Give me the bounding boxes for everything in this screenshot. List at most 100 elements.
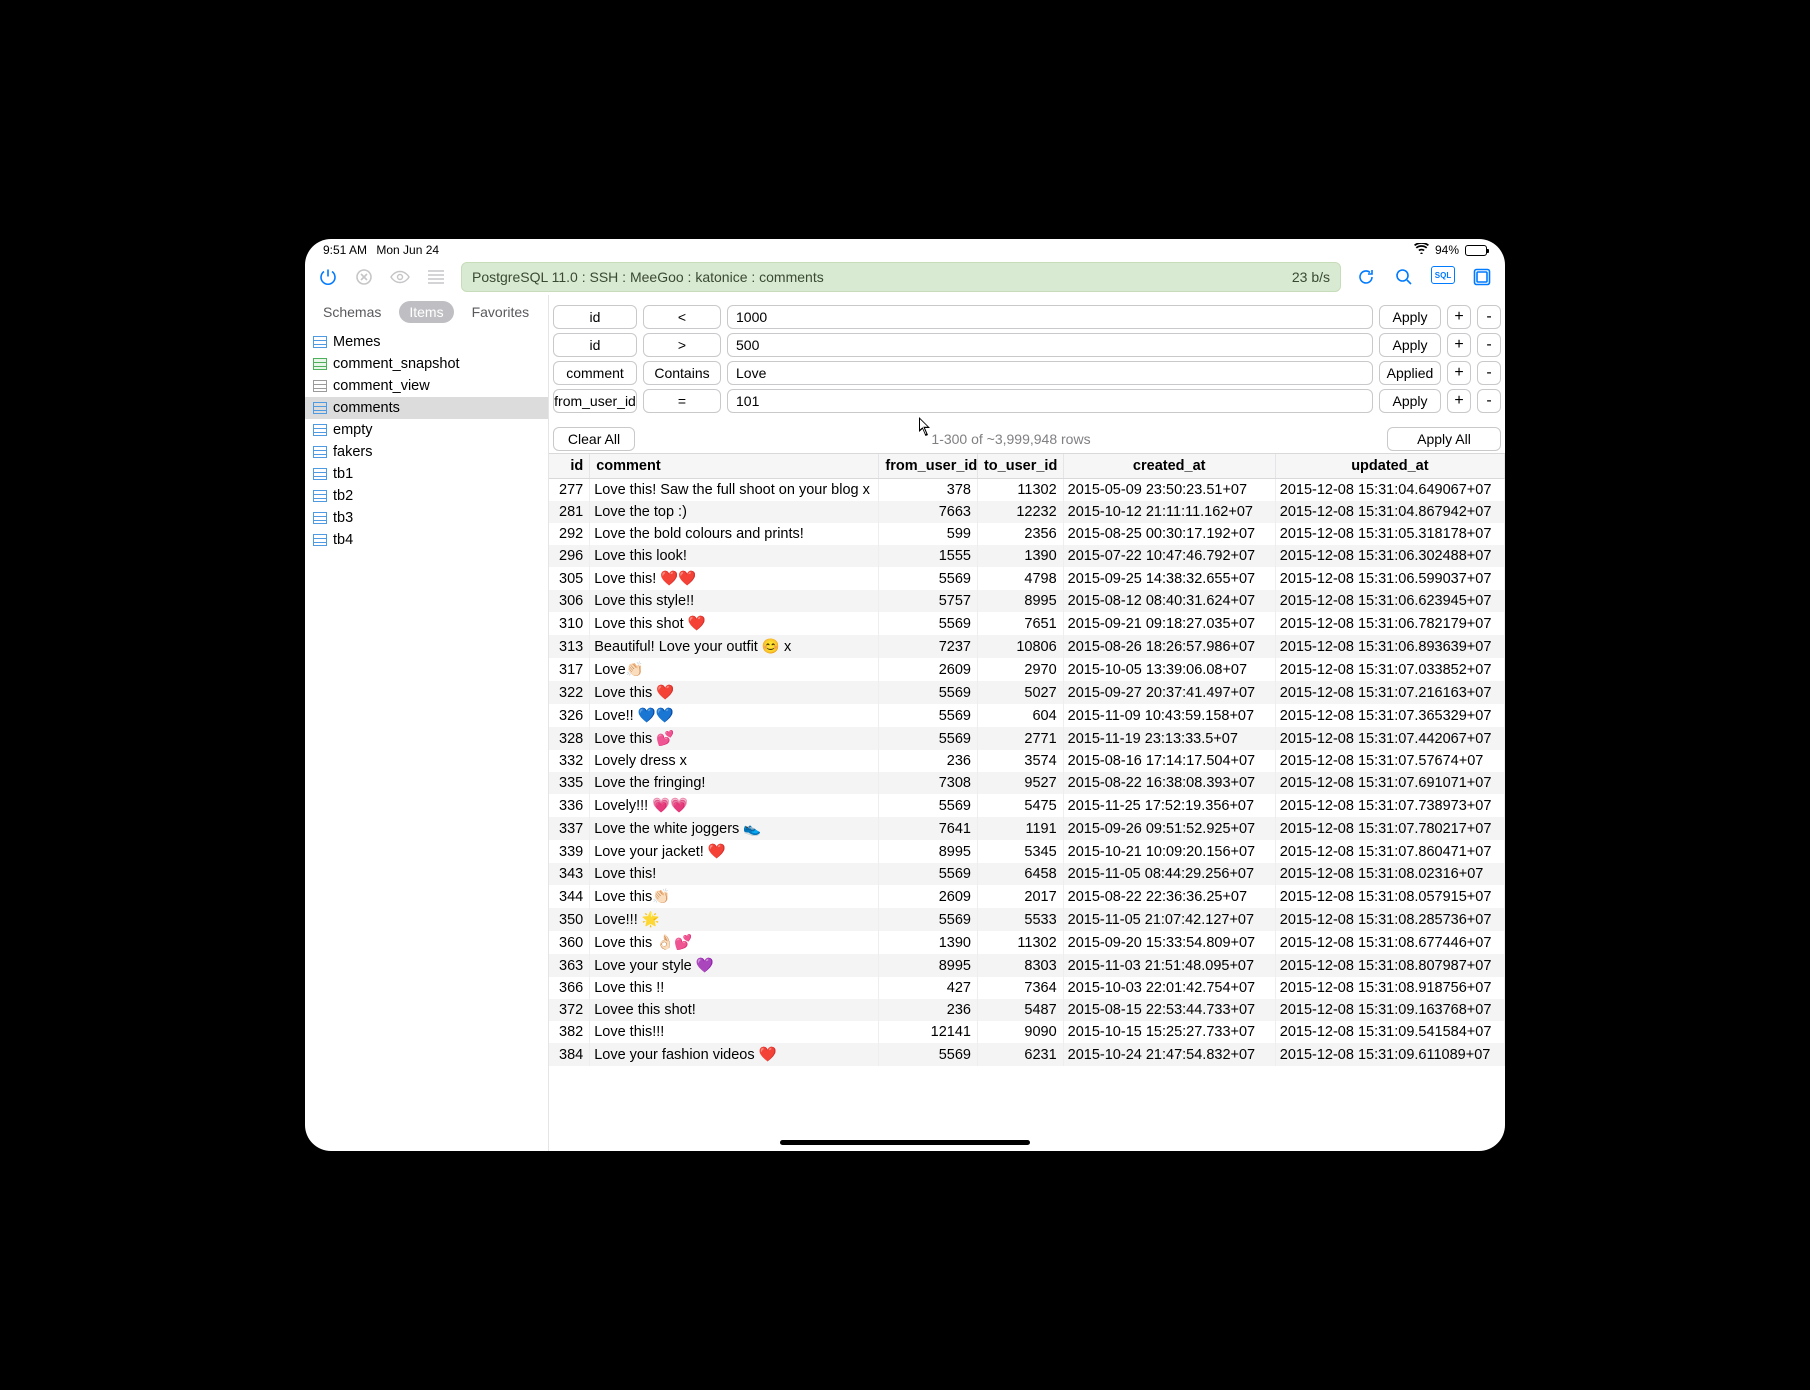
cell-created[interactable]: 2015-08-26 18:26:57.986+07 [1063,635,1275,658]
cell-created[interactable]: 2015-11-03 21:51:48.095+07 [1063,954,1275,977]
cell-from[interactable]: 7663 [879,501,978,523]
power-icon[interactable] [317,266,339,288]
table-row[interactable]: 281Love the top :)7663122322015-10-12 21… [549,501,1505,523]
filter-add-button[interactable]: + [1447,361,1471,385]
filter-column-picker[interactable]: id [553,305,637,329]
apply-all-button[interactable]: Apply All [1387,427,1501,451]
results-table[interactable]: id comment from_user_id to_user_id creat… [549,453,1505,1151]
cell-comment[interactable]: Love this! ❤️❤️ [590,567,879,590]
cell-comment[interactable]: Love this ❤️ [590,681,879,704]
filter-value-input[interactable] [727,361,1373,385]
cell-created[interactable]: 2015-05-09 23:50:23.51+07 [1063,479,1275,502]
cell-updated[interactable]: 2015-12-08 15:31:08.285736+07 [1275,908,1504,931]
cell-id[interactable]: 337 [549,817,590,840]
cell-comment[interactable]: Love this👏🏻 [590,885,879,908]
cell-created[interactable]: 2015-10-03 22:01:42.754+07 [1063,977,1275,999]
sidebar-item-empty[interactable]: empty [305,419,548,441]
col-header-to[interactable]: to_user_id [977,454,1063,479]
cell-created[interactable]: 2015-10-05 13:39:06.08+07 [1063,658,1275,681]
cell-created[interactable]: 2015-08-22 22:36:36.25+07 [1063,885,1275,908]
cell-id[interactable]: 305 [549,567,590,590]
cell-from[interactable]: 5569 [879,681,978,704]
filter-add-button[interactable]: + [1447,333,1471,357]
cell-comment[interactable]: Love your jacket! ❤️ [590,840,879,863]
cell-from[interactable]: 5569 [879,908,978,931]
col-header-id[interactable]: id [549,454,590,479]
cell-created[interactable]: 2015-11-05 21:07:42.127+07 [1063,908,1275,931]
table-row[interactable]: 372Lovee this shot!23654872015-08-15 22:… [549,999,1505,1021]
cell-created[interactable]: 2015-11-19 23:13:33.5+07 [1063,727,1275,750]
cell-comment[interactable]: Love the white joggers 👟 [590,817,879,840]
cell-from[interactable]: 5569 [879,612,978,635]
cell-to[interactable]: 2017 [977,885,1063,908]
list-icon[interactable] [425,266,447,288]
cell-updated[interactable]: 2015-12-08 15:31:07.365329+07 [1275,704,1504,727]
cell-to[interactable]: 604 [977,704,1063,727]
cell-to[interactable]: 3574 [977,750,1063,772]
close-circle-icon[interactable] [353,266,375,288]
cell-updated[interactable]: 2015-12-08 15:31:08.02316+07 [1275,863,1504,885]
cell-created[interactable]: 2015-11-25 17:52:19.356+07 [1063,794,1275,817]
table-row[interactable]: 292Love the bold colours and prints!5992… [549,523,1505,545]
table-row[interactable]: 382Love this!!!1214190902015-10-15 15:25… [549,1021,1505,1043]
table-row[interactable]: 344Love this👏🏻260920172015-08-22 22:36:3… [549,885,1505,908]
cell-from[interactable]: 5569 [879,863,978,885]
cell-updated[interactable]: 2015-12-08 15:31:09.163768+07 [1275,999,1504,1021]
filter-column-picker[interactable]: from_user_id [553,389,637,413]
filter-value-input[interactable] [727,333,1373,357]
cell-to[interactable]: 5027 [977,681,1063,704]
cell-id[interactable]: 382 [549,1021,590,1043]
cell-id[interactable]: 306 [549,590,590,612]
cell-from[interactable]: 236 [879,999,978,1021]
filter-operator-picker[interactable]: > [643,333,721,357]
cell-comment[interactable]: Love!! 💙💙 [590,704,879,727]
cell-created[interactable]: 2015-09-27 20:37:41.497+07 [1063,681,1275,704]
cell-updated[interactable]: 2015-12-08 15:31:07.780217+07 [1275,817,1504,840]
cell-id[interactable]: 326 [549,704,590,727]
table-row[interactable]: 317 Love👏🏻260929702015-10-05 13:39:06.08… [549,658,1505,681]
filter-apply-button[interactable]: Apply [1379,389,1441,413]
cell-to[interactable]: 1191 [977,817,1063,840]
cell-comment[interactable]: Beautiful! Love your outfit 😊 x [590,635,879,658]
cell-comment[interactable]: Love this style!! [590,590,879,612]
sidebar-item-tb2[interactable]: tb2 [305,485,548,507]
cell-from[interactable]: 5569 [879,727,978,750]
filter-column-picker[interactable]: id [553,333,637,357]
cell-from[interactable]: 378 [879,479,978,502]
sidebar-item-tb1[interactable]: tb1 [305,463,548,485]
table-row[interactable]: 277Love this! Saw the full shoot on your… [549,479,1505,502]
cell-from[interactable]: 5569 [879,704,978,727]
cell-to[interactable]: 2970 [977,658,1063,681]
cell-comment[interactable]: Lovee this shot! [590,999,879,1021]
table-row[interactable]: 313Beautiful! Love your outfit 😊 x723710… [549,635,1505,658]
clear-all-button[interactable]: Clear All [553,427,635,451]
cell-to[interactable]: 6231 [977,1043,1063,1066]
cell-id[interactable]: 344 [549,885,590,908]
cell-created[interactable]: 2015-07-22 10:47:46.792+07 [1063,545,1275,567]
cell-created[interactable]: 2015-10-12 21:11:11.162+07 [1063,501,1275,523]
filter-column-picker[interactable]: comment [553,361,637,385]
table-row[interactable]: 337Love the white joggers 👟764111912015-… [549,817,1505,840]
cell-comment[interactable]: Love!!! 🌟 [590,908,879,931]
cell-from[interactable]: 7308 [879,772,978,794]
cell-to[interactable]: 4798 [977,567,1063,590]
cell-updated[interactable]: 2015-12-08 15:31:07.57674+07 [1275,750,1504,772]
cell-updated[interactable]: 2015-12-08 15:31:07.442067+07 [1275,727,1504,750]
cell-updated[interactable]: 2015-12-08 15:31:06.599037+07 [1275,567,1504,590]
cell-id[interactable]: 335 [549,772,590,794]
table-row[interactable]: 360Love this 👌🏻💕1390113022015-09-20 15:3… [549,931,1505,954]
cell-updated[interactable]: 2015-12-08 15:31:08.677446+07 [1275,931,1504,954]
filter-value-input[interactable] [727,389,1373,413]
filter-remove-button[interactable]: - [1477,361,1501,385]
cell-comment[interactable]: Love👏🏻 [590,658,879,681]
table-row[interactable]: 296Love this look!155513902015-07-22 10:… [549,545,1505,567]
cell-to[interactable]: 5487 [977,999,1063,1021]
sidebar-item-comment_snapshot[interactable]: comment_snapshot [305,353,548,375]
cell-comment[interactable]: Love the fringing! [590,772,879,794]
cell-created[interactable]: 2015-08-22 16:38:08.393+07 [1063,772,1275,794]
cell-id[interactable]: 343 [549,863,590,885]
table-row[interactable]: 350Love!!! 🌟556955332015-11-05 21:07:42.… [549,908,1505,931]
cell-comment[interactable]: Lovely dress x [590,750,879,772]
filter-add-button[interactable]: + [1447,305,1471,329]
cell-from[interactable]: 1555 [879,545,978,567]
